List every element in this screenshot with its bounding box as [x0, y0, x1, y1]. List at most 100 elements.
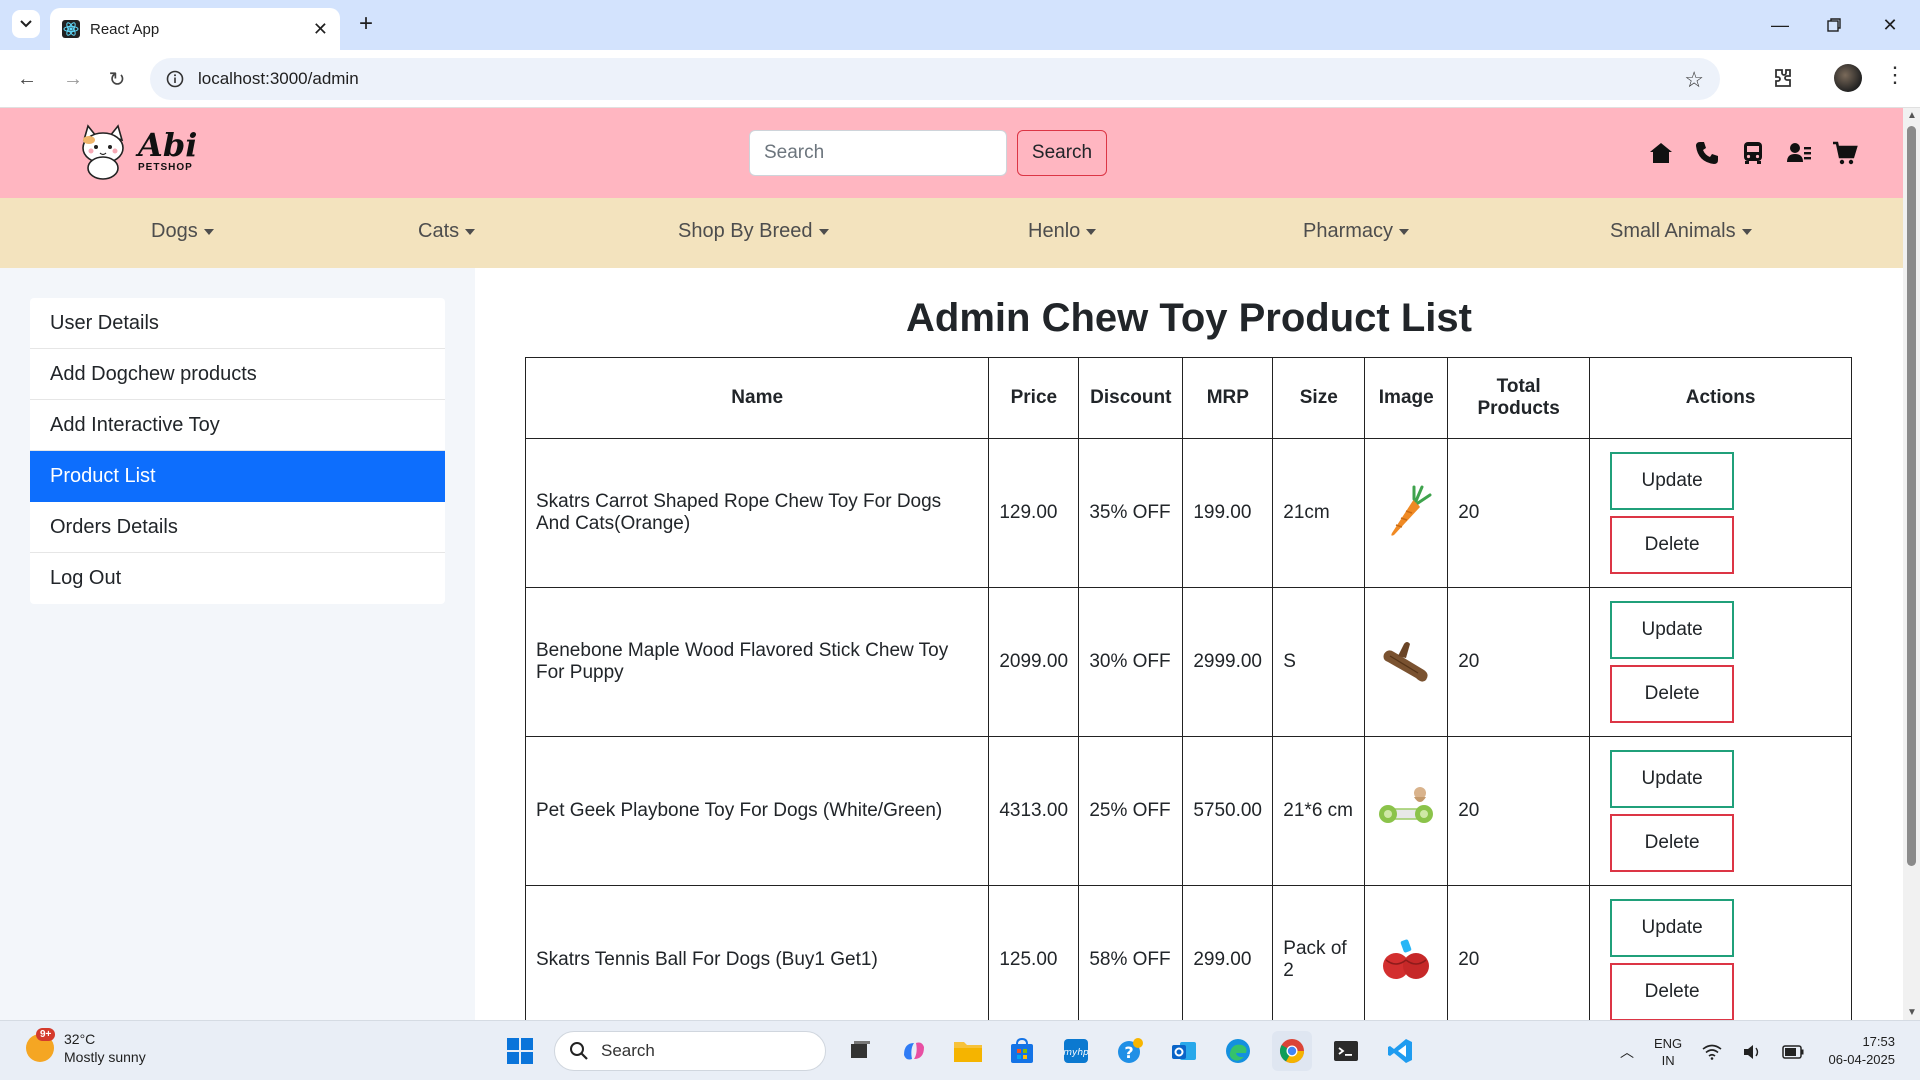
nav-cats-dropdown[interactable]: Cats [418, 220, 476, 243]
site-info-icon[interactable] [166, 70, 184, 88]
nav-henlo-dropdown[interactable]: Henlo [1028, 220, 1097, 243]
vscode-button[interactable] [1380, 1031, 1420, 1071]
language-code: ENG [1654, 1036, 1683, 1051]
store-button[interactable] [1002, 1031, 1042, 1071]
delete-button[interactable]: Delete [1610, 665, 1735, 723]
edge-button[interactable] [1218, 1031, 1258, 1071]
language-region: IN [1661, 1053, 1675, 1068]
reload-button[interactable]: ↻ [102, 64, 132, 94]
taskbar-search[interactable]: Search [554, 1031, 826, 1071]
caret-down-icon [203, 228, 214, 235]
user-contact-icon[interactable] [1786, 140, 1812, 166]
cell-price: 4313.00 [988, 736, 1080, 886]
outlook-button[interactable] [1164, 1031, 1204, 1071]
os-taskbar: 9+ 32°C Mostly sunny Search myhp ? ︿ ENG… [0, 1020, 1920, 1080]
nav-pharmacy-dropdown[interactable]: Pharmacy [1303, 220, 1410, 243]
nav-cats-label: Cats [418, 220, 460, 242]
update-button[interactable]: Update [1610, 601, 1735, 659]
bus-icon[interactable] [1740, 140, 1766, 166]
sidebar-menu: User Details Add Dogchew products Add In… [30, 298, 445, 604]
column-header-size: Size [1272, 357, 1366, 439]
sidebar-item-add-dogchew-products[interactable]: Add Dogchew products [30, 349, 445, 400]
url-text[interactable]: localhost:3000/admin [198, 69, 359, 89]
file-explorer-button[interactable] [948, 1031, 988, 1071]
phone-icon[interactable] [1694, 140, 1720, 166]
nav-small-animals-dropdown[interactable]: Small Animals [1610, 220, 1752, 243]
restore-button[interactable] [1814, 8, 1854, 42]
myhp-button[interactable]: myhp [1056, 1031, 1096, 1071]
edge-icon [1226, 1039, 1250, 1063]
search-button[interactable]: Search [1017, 130, 1107, 176]
chrome-button[interactable] [1272, 1031, 1312, 1071]
browser-menu-icon[interactable]: ⋮ [1884, 62, 1906, 88]
back-button[interactable]: ← [12, 64, 42, 94]
sidebar-item-log-out[interactable]: Log Out [30, 553, 445, 604]
forward-button[interactable]: → [58, 64, 88, 94]
cell-total-products: 20 [1447, 438, 1591, 588]
cell-actions: Update Delete [1589, 885, 1852, 1020]
nav-shop-by-breed-label: Shop By Breed [678, 220, 813, 242]
cell-name: Pet Geek Playbone Toy For Dogs (White/Gr… [524, 736, 990, 886]
outlook-icon [1172, 1042, 1196, 1060]
sidebar-item-user-details[interactable]: User Details [30, 298, 445, 349]
scroll-thumb[interactable] [1907, 126, 1916, 866]
wifi-icon[interactable] [1702, 1044, 1722, 1060]
copilot-button[interactable] [894, 1031, 934, 1071]
scroll-up-icon[interactable]: ▲ [1907, 110, 1917, 121]
cart-icon[interactable] [1832, 140, 1858, 166]
system-clock[interactable]: 17:53 06-04-2025 [1815, 1033, 1896, 1069]
bookmark-star-icon[interactable]: ☆ [1684, 67, 1704, 93]
wood-stick-toy-icon [1383, 642, 1428, 682]
chevron-up-icon[interactable]: ︿ [1620, 1042, 1634, 1062]
browser-tab-bar: React App ✕ + — ✕ [0, 0, 1920, 50]
language-indicator[interactable]: ENG IN [1654, 1035, 1682, 1069]
search-input[interactable] [749, 130, 1007, 176]
help-button[interactable]: ? [1110, 1031, 1150, 1071]
sidebar-item-product-list[interactable]: Product List [30, 451, 445, 502]
close-tab-icon[interactable]: ✕ [313, 19, 328, 40]
table-header-row: Name Price Discount MRP Size Image Total… [524, 357, 1852, 439]
update-button[interactable]: Update [1610, 750, 1735, 808]
scroll-down-icon[interactable]: ▼ [1907, 1007, 1917, 1018]
playbone-toy-icon [1379, 787, 1434, 823]
delete-button[interactable]: Delete [1610, 814, 1735, 872]
profile-avatar[interactable] [1834, 64, 1862, 92]
battery-icon[interactable] [1782, 1045, 1804, 1059]
store-icon [1011, 1037, 1033, 1063]
nav-dogs-dropdown[interactable]: Dogs [151, 220, 214, 243]
search-icon [570, 1042, 588, 1060]
browser-tab[interactable]: React App ✕ [50, 8, 340, 50]
column-header-price: Price [988, 357, 1080, 439]
home-icon[interactable] [1648, 140, 1674, 166]
extensions-icon[interactable] [1768, 64, 1796, 92]
omnibox[interactable]: localhost:3000/admin ☆ [150, 58, 1720, 100]
copilot-icon [904, 1042, 924, 1060]
new-tab-button[interactable]: + [352, 10, 380, 38]
sidebar-item-add-interactive-toy[interactable]: Add Interactive Toy [30, 400, 445, 451]
nav-shop-by-breed-dropdown[interactable]: Shop By Breed [678, 220, 829, 243]
notification-badge: 9+ [36, 1028, 56, 1041]
page-scrollbar[interactable]: ▲ ▼ [1903, 108, 1920, 1020]
delete-button[interactable]: Delete [1610, 516, 1735, 574]
update-button[interactable]: Update [1610, 452, 1735, 510]
close-window-button[interactable]: ✕ [1870, 8, 1910, 42]
tab-list-button[interactable] [12, 10, 40, 38]
windows-start-button[interactable] [500, 1031, 540, 1071]
cell-price: 125.00 [988, 885, 1080, 1020]
task-view-button[interactable] [840, 1031, 880, 1071]
site-logo[interactable]: Abi PETSHOP [72, 120, 197, 182]
tennis-ball-toy-icon [1383, 939, 1430, 979]
cell-size: 21cm [1272, 438, 1366, 588]
column-header-mrp: MRP [1182, 357, 1274, 439]
minimize-button[interactable]: — [1760, 8, 1800, 42]
update-button[interactable]: Update [1610, 899, 1735, 957]
page-title: Admin Chew Toy Product List [906, 296, 1472, 340]
react-icon [62, 20, 80, 38]
terminal-button[interactable] [1326, 1031, 1366, 1071]
restore-icon [1827, 18, 1841, 32]
cell-image [1364, 587, 1449, 737]
weather-widget[interactable]: 9+ 32°C Mostly sunny [26, 1028, 146, 1066]
sidebar-item-orders-details[interactable]: Orders Details [30, 502, 445, 553]
volume-icon[interactable] [1742, 1044, 1762, 1060]
delete-button[interactable]: Delete [1610, 963, 1735, 1020]
